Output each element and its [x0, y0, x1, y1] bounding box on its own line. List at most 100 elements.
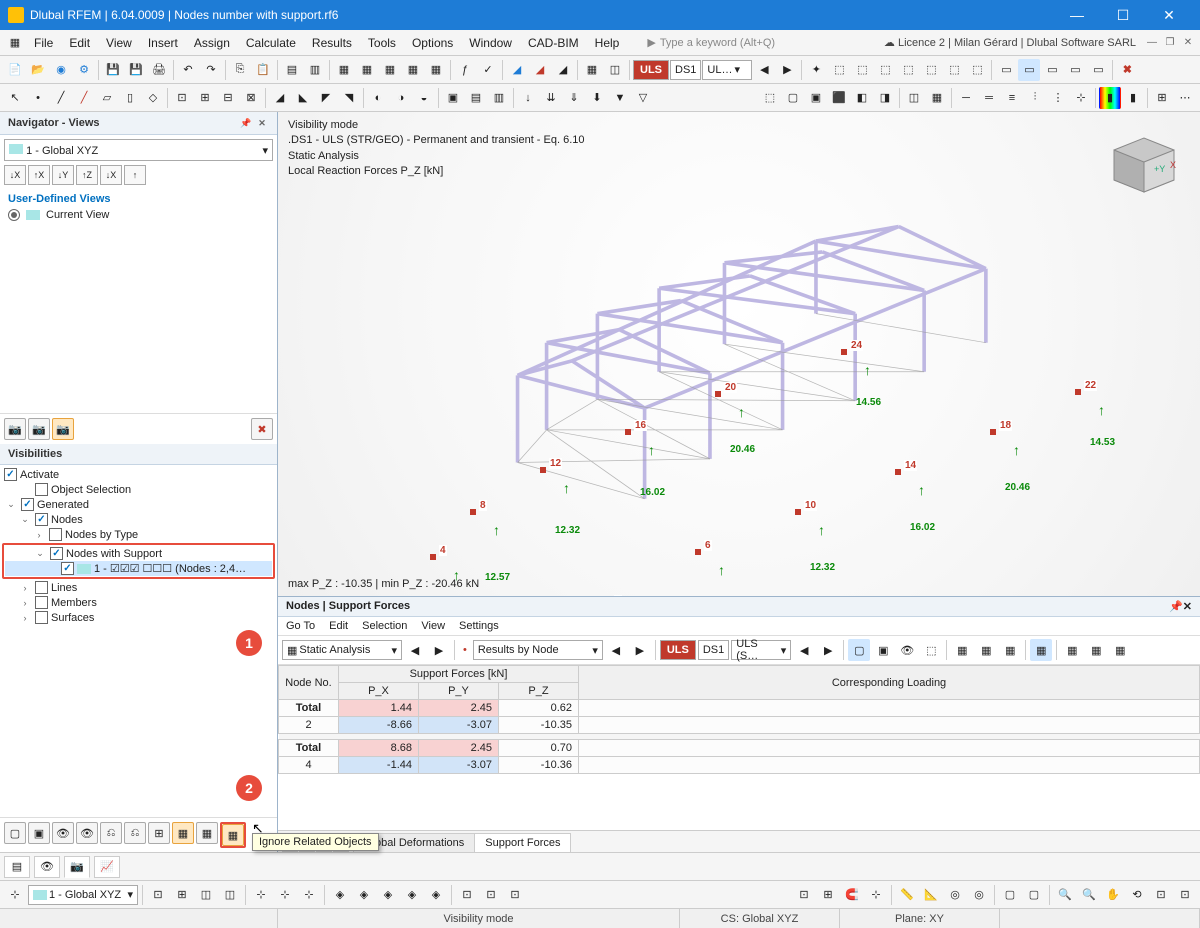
rend-icon[interactable]: ◫ [903, 87, 925, 109]
table-row[interactable]: 2 -8.66 -3.07 -10.35 [279, 717, 1200, 734]
t3-icon[interactable]: ⊟ [217, 87, 239, 109]
lbl3-icon[interactable]: ⬚ [874, 59, 896, 81]
lbl6-icon[interactable]: ⬚ [943, 59, 965, 81]
menu-results[interactable]: Results [304, 32, 360, 54]
tree-nws-item[interactable]: 1 - ☑☑☑ ☐☐☐ (Nodes : 2,4… [5, 561, 272, 576]
rp-edit[interactable]: Edit [329, 620, 348, 632]
view-combo[interactable]: 1 - Global XYZ▾ [4, 139, 273, 161]
bt-z5-icon[interactable]: ⊡ [1150, 884, 1172, 906]
rp-sel[interactable]: Selection [362, 620, 407, 632]
search-hint[interactable]: ▶ Type a keyword (Alt+Q) [647, 36, 775, 49]
vb3-icon[interactable]: 👁 [52, 822, 74, 844]
bt6-icon[interactable]: ⊹ [274, 884, 296, 906]
btab-display-icon[interactable]: 👁 [34, 856, 60, 878]
view-cube[interactable]: +YX [1104, 128, 1184, 196]
axis-neg-x2[interactable]: ↓X [100, 165, 122, 185]
new-icon[interactable]: 📄 [4, 59, 26, 81]
node-icon[interactable]: • [27, 87, 49, 109]
rp-prev1-icon[interactable]: ◀ [404, 639, 426, 661]
tree-generated[interactable]: ⌄Generated [4, 497, 273, 512]
axis-neg-y[interactable]: ↓Y [52, 165, 74, 185]
c3-icon[interactable]: ▥ [488, 87, 510, 109]
bt7-icon[interactable]: ⊹ [298, 884, 320, 906]
rp-prev2-icon[interactable]: ◀ [605, 639, 627, 661]
nav-close-icon[interactable]: ✕ [255, 116, 269, 130]
scale-icon[interactable]: ▮ [1122, 87, 1144, 109]
rp-t8-icon[interactable]: ▦ [1030, 639, 1052, 661]
rp-view[interactable]: View [421, 620, 445, 632]
tree-objsel[interactable]: Object Selection [4, 482, 273, 497]
line-icon[interactable]: ╱ [50, 87, 72, 109]
close-button[interactable]: ✕ [1146, 0, 1192, 30]
rp-next3-icon[interactable]: ▶ [817, 639, 839, 661]
bt3-icon[interactable]: ◫ [195, 884, 217, 906]
copy-icon[interactable]: ⎘ [229, 59, 251, 81]
f1-icon[interactable]: ▭ [995, 59, 1017, 81]
more-icon[interactable]: ⋯ [1174, 87, 1196, 109]
v5-icon[interactable]: ◧ [851, 87, 873, 109]
sup4-icon[interactable]: ◥ [338, 87, 360, 109]
rp-ds[interactable]: DS1 [698, 640, 729, 660]
rp-close-icon[interactable]: ✕ [1183, 601, 1192, 613]
axis-neg-x[interactable]: ↓X [4, 165, 26, 185]
table5-icon[interactable]: ▦ [425, 59, 447, 81]
open-icon[interactable]: 📂 [27, 59, 49, 81]
lbl1-icon[interactable]: ⬚ [828, 59, 850, 81]
menu-assign[interactable]: Assign [186, 32, 238, 54]
solid-icon[interactable]: ▯ [119, 87, 141, 109]
l6-icon[interactable]: ▽ [632, 87, 654, 109]
sup3-icon[interactable]: ◤ [315, 87, 337, 109]
bt11-icon[interactable]: ◈ [401, 884, 423, 906]
bt13-icon[interactable]: ⊡ [456, 884, 478, 906]
bt15-icon[interactable]: ⊡ [504, 884, 526, 906]
tab-support-forces[interactable]: Support Forces [474, 833, 571, 852]
ignore-related-button[interactable]: ▦ [222, 824, 244, 846]
table-row[interactable]: 4 -1.44 -3.07 -10.36 [279, 757, 1200, 774]
e6-icon[interactable]: ⊹ [1070, 87, 1092, 109]
bt-m2-icon[interactable]: 📐 [920, 884, 942, 906]
rp-t6-icon[interactable]: ▦ [975, 639, 997, 661]
t1-icon[interactable]: ⊡ [171, 87, 193, 109]
rp-t4-icon[interactable]: ⬚ [920, 639, 942, 661]
sel-icon[interactable]: ↖ [4, 87, 26, 109]
l1-icon[interactable]: ↓ [517, 87, 539, 109]
bt-p2-icon[interactable]: ▢ [1023, 884, 1045, 906]
tree-nodes-type[interactable]: ›Nodes by Type [4, 527, 273, 542]
rp-uls-badge[interactable]: ULS [660, 640, 696, 660]
axis-rot[interactable]: ↑ [124, 165, 146, 185]
bt-z6-icon[interactable]: ⊡ [1174, 884, 1196, 906]
tree-nodes[interactable]: ⌄Nodes [4, 512, 273, 527]
redo-icon[interactable]: ↷ [200, 59, 222, 81]
bt1-icon[interactable]: ⊡ [147, 884, 169, 906]
maximize-button[interactable]: ☐ [1100, 0, 1146, 30]
bt-z3-icon[interactable]: ✋ [1102, 884, 1124, 906]
bt14-icon[interactable]: ⊡ [480, 884, 502, 906]
vb4-icon[interactable]: 👁 [76, 822, 98, 844]
mdi-close-icon[interactable]: ✕ [1180, 36, 1196, 50]
member-icon[interactable]: ╱ [73, 87, 95, 109]
menu-cadbim[interactable]: CAD-BIM [520, 32, 587, 54]
l5-icon[interactable]: ▼ [609, 87, 631, 109]
res3-icon[interactable]: ◢ [552, 59, 574, 81]
h3-icon[interactable]: ◒ [413, 87, 435, 109]
e5-icon[interactable]: ⋮ [1047, 87, 1069, 109]
lbl4-icon[interactable]: ⬚ [897, 59, 919, 81]
paste-icon[interactable]: 📋 [252, 59, 274, 81]
menu-help[interactable]: Help [587, 32, 628, 54]
v4-icon[interactable]: ⬛ [828, 87, 850, 109]
cam1-icon[interactable]: 📷 [4, 418, 26, 440]
e3-icon[interactable]: ≡ [1001, 87, 1023, 109]
btab-data-icon[interactable]: ▤ [4, 856, 30, 878]
axis-pos-x[interactable]: ↑X [28, 165, 50, 185]
c2-icon[interactable]: ▤ [465, 87, 487, 109]
block-icon[interactable]: ⚙ [73, 59, 95, 81]
bt5-icon[interactable]: ⊹ [250, 884, 272, 906]
vb7-icon[interactable]: ⊞ [148, 822, 170, 844]
bottom-cs-combo[interactable]: 1 - Global XYZ ▾ [28, 885, 138, 905]
grid-icon[interactable]: ⊞ [1151, 87, 1173, 109]
tree-lines[interactable]: ›Lines [4, 580, 273, 595]
t2-icon[interactable]: ⊞ [194, 87, 216, 109]
f2-icon[interactable]: ▭ [1018, 59, 1040, 81]
v2-icon[interactable]: ▢ [782, 87, 804, 109]
surf-icon[interactable]: ▱ [96, 87, 118, 109]
